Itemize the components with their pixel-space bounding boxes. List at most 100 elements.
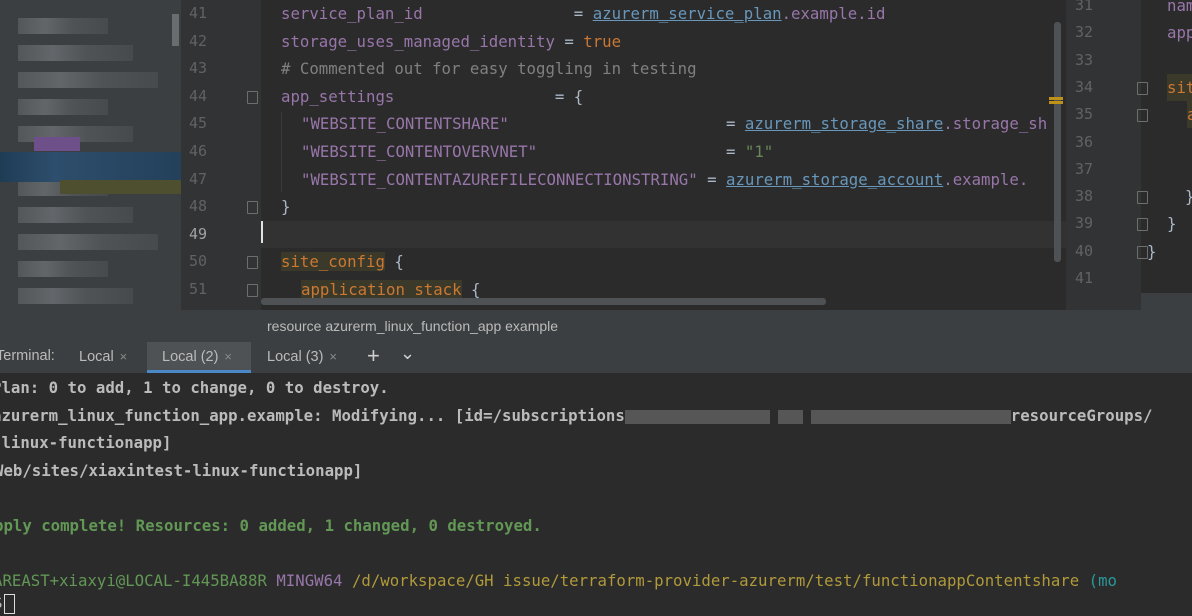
prompt-user: AREAST+xiaxyi@LOCAL-I445BA88R — [0, 571, 267, 590]
terminal-cursor — [4, 593, 16, 614]
vertical-scrollbar[interactable] — [1054, 22, 1061, 262]
line-number: 42 — [188, 31, 207, 50]
terminal-line-plan: Plan: 0 to add, 1 to change, 0 to destro… — [0, 378, 389, 397]
prompt-symbol: $ — [0, 593, 2, 612]
project-sidebar — [0, 0, 181, 310]
tab-label: Local (2) — [162, 349, 219, 365]
line-number: 35 — [1074, 105, 1093, 124]
fold-icon[interactable] — [1137, 81, 1148, 95]
close-icon[interactable]: × — [329, 349, 337, 364]
blurred-tree-item — [18, 72, 158, 88]
terminal-line-modifying: azurerm_linux_function_app.example: Modi… — [0, 402, 1152, 429]
current-line-highlight — [261, 220, 1066, 248]
line-number: 33 — [1074, 50, 1093, 69]
code-line[interactable]: } — [281, 193, 290, 220]
blurred-tree-item — [18, 261, 108, 277]
code-line[interactable]: nam — [1167, 0, 1192, 19]
chevron-down-icon[interactable]: ⌄ — [400, 342, 415, 373]
code-line[interactable]: } — [1167, 210, 1176, 237]
terminal-line: Web/sites/xiaxintest-linux-functionapp] — [0, 461, 363, 480]
code-line[interactable]: service_plan_id = azurerm_service_plan.e… — [281, 0, 886, 27]
breadcrumb[interactable]: resource azurerm_linux_function_app exam… — [181, 310, 1192, 342]
code-line[interactable]: # Commented out for easy toggling in tes… — [281, 55, 697, 82]
code-line[interactable]: "WEBSITE_CONTENTSHARE" = azurerm_storage… — [301, 110, 1047, 137]
blurred-tree-item — [18, 99, 108, 115]
prompt-path: /d/workspace/GH issue/terraform-provider… — [351, 571, 1080, 590]
horizontal-scrollbar[interactable] — [261, 298, 826, 305]
blurred-tree-item — [18, 234, 158, 250]
sidebar-scrollbar[interactable] — [172, 14, 179, 46]
blurred-tree-item — [18, 18, 108, 34]
split-editor-footer — [1141, 293, 1192, 310]
line-number: 51 — [188, 280, 207, 298]
line-number: 37 — [1074, 159, 1093, 178]
code-line[interactable]: "WEBSITE_CONTENTAZUREFILECONNECTIONSTRIN… — [301, 166, 1028, 193]
blurred-tree-item — [18, 45, 133, 61]
fold-icon[interactable] — [1137, 109, 1148, 123]
blurred-selection-mark — [60, 180, 181, 194]
line-number: 46 — [188, 142, 207, 160]
line-number: 41 — [188, 4, 207, 22]
fold-icon[interactable] — [247, 256, 258, 270]
code-line[interactable]: "WEBSITE_CONTENTOVERVNET" = "1" — [301, 138, 773, 165]
prompt-branch: (mo — [1088, 571, 1117, 590]
terminal-line: -linux-functionapp] — [0, 433, 172, 452]
line-number: 31 — [1074, 0, 1093, 14]
close-icon[interactable]: × — [224, 349, 232, 364]
line-number: 34 — [1074, 77, 1093, 96]
text-cursor — [261, 221, 263, 243]
tab-label: Local — [79, 349, 114, 365]
line-number: 41 — [1074, 269, 1093, 287]
code-line[interactable]: sit — [1167, 73, 1192, 101]
terminal-input-line[interactable]: $ — [0, 589, 16, 616]
code-line[interactable]: } — [1147, 238, 1156, 265]
prompt-shell: MINGW64 — [276, 571, 343, 590]
line-number: 50 — [188, 252, 207, 271]
blurred-tree-item — [18, 288, 133, 304]
line-number: 38 — [1074, 187, 1093, 206]
terminal-label: Terminal: — [0, 348, 55, 364]
code-line[interactable]: app — [1167, 19, 1192, 46]
code-line[interactable]: storage_uses_managed_identity = true — [281, 28, 621, 55]
fold-icon[interactable] — [247, 90, 258, 104]
terminal-prompt: AREAST+xiaxyi@LOCAL-I445BA88R MINGW64 /d… — [0, 567, 1117, 594]
fold-icon[interactable] — [247, 201, 258, 215]
split-editor[interactable]: 31 nam 32 app 33 34 sit 35 a 36 37 38} 39} 40} 41 — [1066, 0, 1192, 310]
code-line[interactable]: a — [1187, 101, 1192, 129]
code-line[interactable]: site_config { — [281, 248, 404, 275]
modifying-text: azurerm_linux_function_app.example: Modi… — [0, 406, 625, 425]
tab-local[interactable]: Local × — [79, 342, 127, 373]
tab-local-3[interactable]: Local (3) × — [267, 342, 337, 373]
close-icon[interactable]: × — [120, 349, 128, 364]
warning-marker[interactable] — [1049, 97, 1063, 100]
line-number: 49 — [188, 224, 207, 243]
code-editor[interactable]: 41 42 43 44 45 46 47 48 49 50 51 service_plan_id =… — [181, 0, 1066, 310]
blurred-icon — [34, 137, 80, 151]
line-number: 40 — [1074, 241, 1093, 260]
line-number: 45 — [188, 114, 207, 133]
terminal-output[interactable]: Plan: 0 to add, 1 to change, 0 to destro… — [0, 373, 1192, 614]
indent-guide — [281, 112, 282, 192]
line-number: 48 — [188, 197, 207, 216]
line-number: 47 — [188, 169, 207, 188]
fold-icon[interactable] — [1137, 191, 1148, 205]
fold-icon[interactable] — [1137, 218, 1148, 232]
sidebar-footer — [0, 310, 181, 342]
redacted-block — [810, 409, 1011, 424]
tab-local-2[interactable]: Local (2) × — [147, 342, 251, 373]
redacted-block — [777, 409, 803, 424]
line-number: 43 — [188, 59, 207, 78]
terminal-tab-bar: Terminal: Local × Local (2) × Local (3) × +… — [0, 342, 1192, 373]
editor-gutter: 41 42 43 44 45 46 47 48 49 50 51 — [181, 0, 261, 310]
code-line[interactable]: app_settings = { — [281, 83, 583, 110]
add-terminal-icon[interactable]: + — [367, 342, 380, 373]
blurred-tree-item — [18, 207, 133, 223]
line-number: 39 — [1074, 214, 1093, 233]
code-line[interactable]: } — [1185, 183, 1192, 210]
line-number: 32 — [1074, 23, 1093, 42]
redacted-block — [624, 409, 770, 424]
line-number: 36 — [1074, 132, 1093, 151]
terminal-line-apply: pply complete! Resources: 0 added, 1 cha… — [0, 516, 542, 535]
fold-icon[interactable] — [247, 284, 258, 297]
line-number: 44 — [188, 86, 207, 105]
